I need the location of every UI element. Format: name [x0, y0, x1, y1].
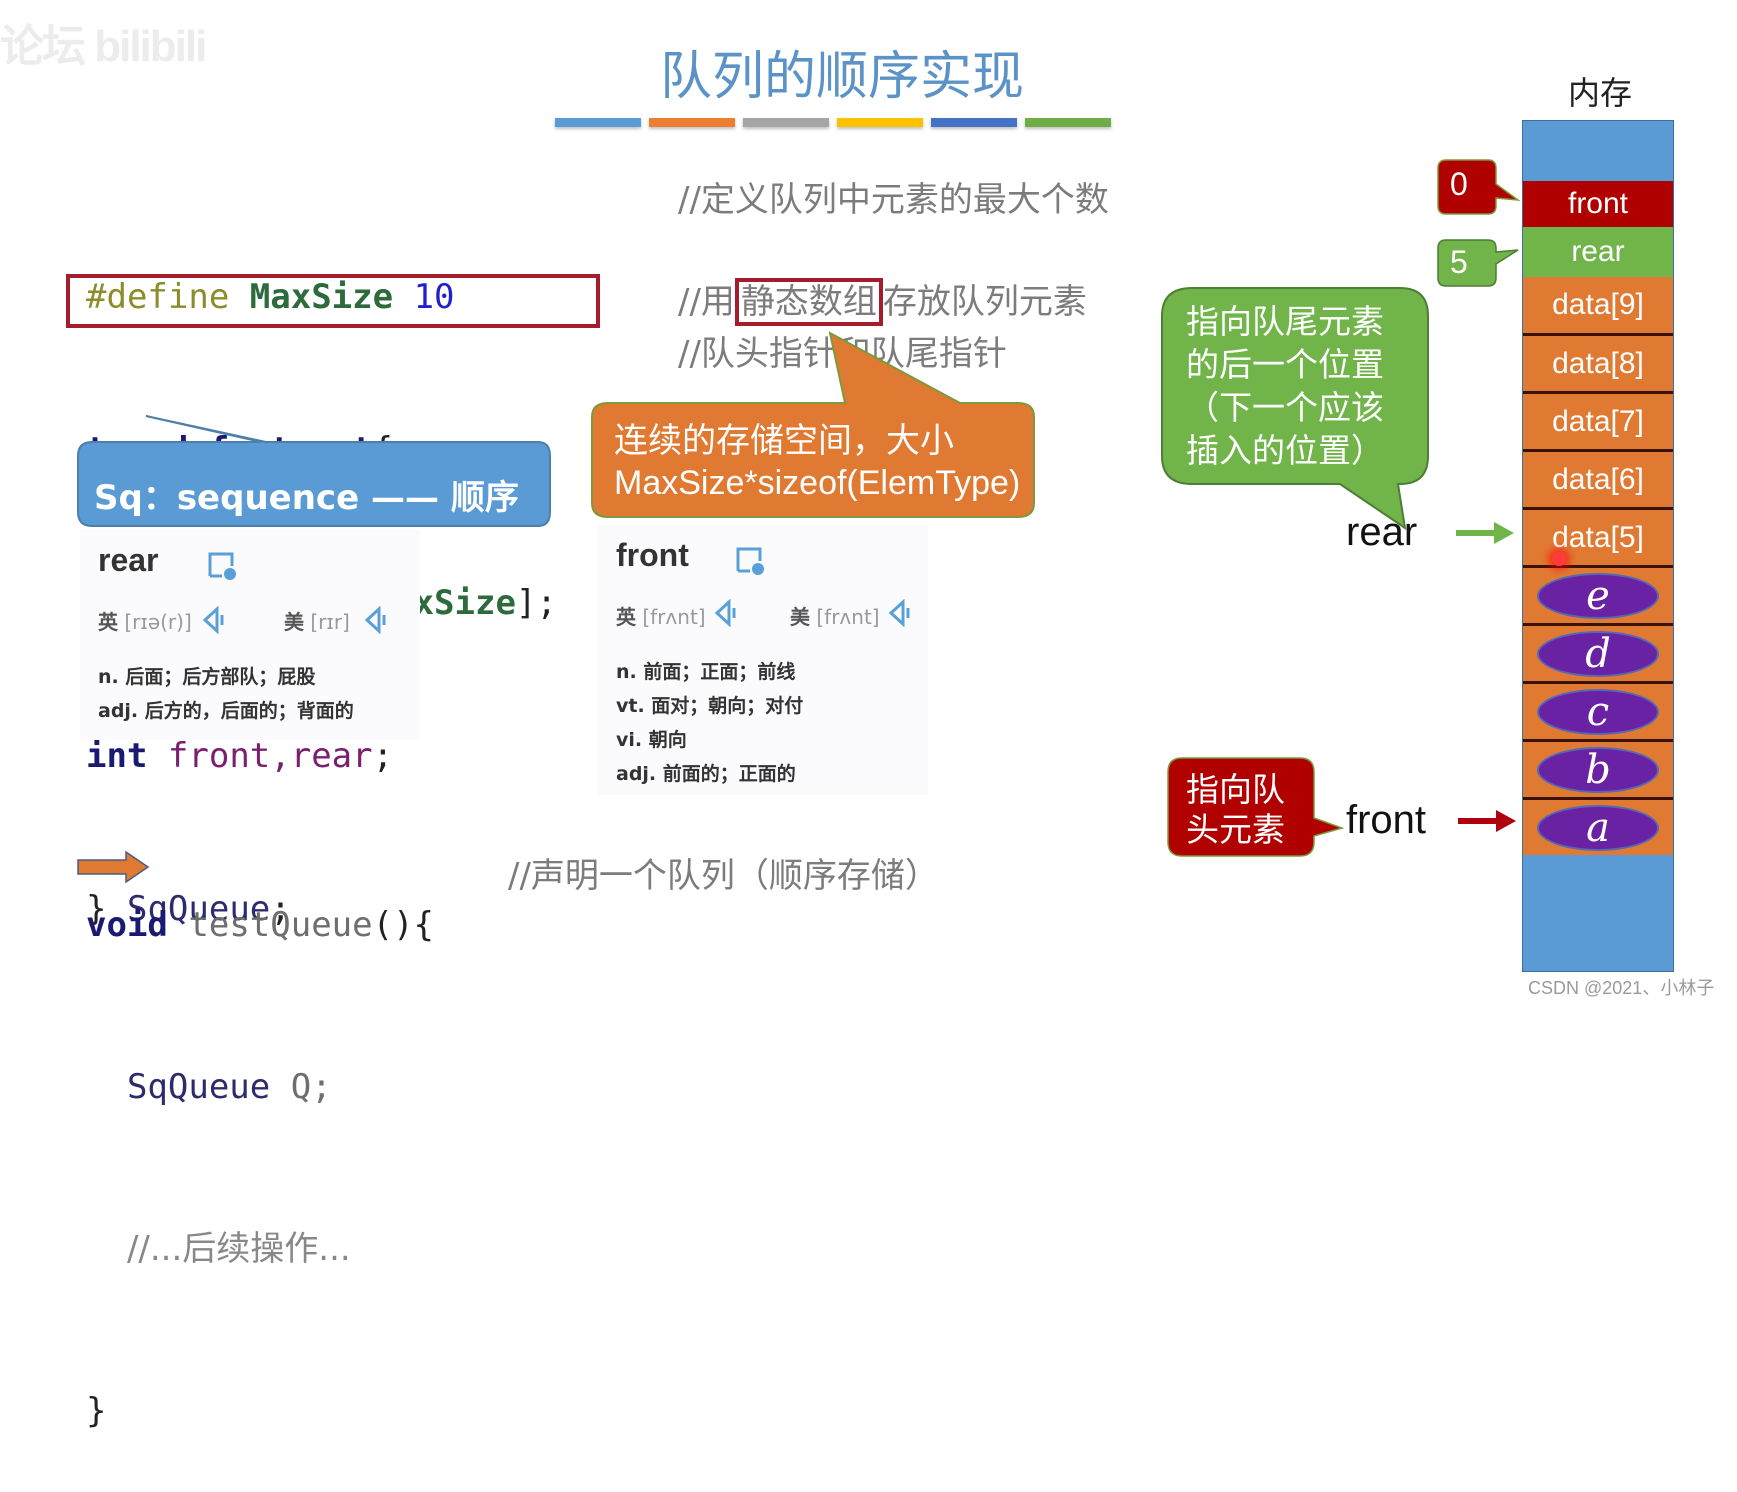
slide-title: 队列的顺序实现 — [660, 47, 1025, 107]
speaker-icon[interactable] — [364, 606, 388, 634]
memory-cell-rear: rear — [1523, 227, 1673, 277]
memory-cell-front: front — [1523, 181, 1673, 227]
queue-element-a: a — [1537, 804, 1659, 851]
front-value: 0 — [1450, 166, 1468, 202]
add-to-wordbook-icon[interactable] — [736, 547, 766, 575]
memory-title: 内存 — [1568, 74, 1633, 112]
memory-cell-data0: a — [1523, 797, 1673, 855]
queue-element-d: d — [1537, 630, 1659, 677]
memory-cell-data9: data[9] — [1523, 277, 1673, 333]
memory-cell-data7: data[7] — [1523, 391, 1673, 449]
data-array-highlight-box — [66, 274, 600, 328]
uk-pronunciation: 英 [frʌnt] — [616, 605, 706, 629]
queue-element-b: b — [1537, 746, 1659, 793]
memory-cell-data4: e — [1523, 565, 1673, 623]
test-code-block: void testQueue(){ SqQueue Q; //...后续操作..… — [86, 790, 434, 1492]
laser-pointer-dot — [1552, 552, 1566, 566]
rear-pointer-label: rear — [1346, 510, 1418, 554]
dict-definitions: n. 前面；正面；前线 vt. 面对；朝向；对付 vi. 朝向 adj. 前面的… — [616, 661, 804, 785]
code-line-close: } — [86, 1391, 107, 1431]
rear-value: 5 — [1450, 244, 1468, 280]
color-bar-yellow — [837, 118, 923, 127]
color-bar-blue — [555, 118, 641, 127]
memory-column: front rear data[9] data[8] data[7] data[… — [1522, 120, 1674, 972]
memory-cell-data1: b — [1523, 739, 1673, 797]
comment-static-array: //用 静态数组 存放队列元素 — [678, 274, 1087, 326]
memory-unused-top — [1523, 121, 1673, 181]
code-line-ellipsis: //...后续操作... — [126, 1229, 351, 1269]
sequence-callout-text: Sq：sequence —— 顺序 — [94, 478, 519, 518]
add-to-wordbook-icon[interactable] — [208, 552, 238, 580]
dictionary-card-front: front 英 [frʌnt] 美 [frʌnt] n. 前面；正面；前线 vt… — [598, 525, 928, 795]
color-bar-orange — [649, 118, 735, 127]
color-bar-green — [1025, 118, 1111, 127]
dict-word: rear — [98, 542, 159, 578]
memory-cell-data5: data[5] — [1523, 507, 1673, 565]
speaker-icon[interactable] — [202, 606, 226, 634]
uk-pronunciation: 英 [rɪə(r)] — [98, 610, 192, 634]
us-pronunciation: 美 [rɪr] — [284, 610, 350, 634]
color-bars — [555, 118, 1111, 127]
memory-cell-data6: data[6] — [1523, 449, 1673, 507]
comment-declare-queue: //声明一个队列（顺序存储） — [508, 856, 939, 896]
memory-cell-data3: d — [1523, 623, 1673, 681]
color-bar-navy — [931, 118, 1017, 127]
queue-element-e: e — [1537, 572, 1659, 619]
front-note-text: 指向队 头元素 — [1186, 770, 1285, 849]
current-line-arrow-icon — [77, 850, 150, 884]
front-pointer-label: front — [1346, 798, 1427, 842]
rear-note-text: 指向队尾元素 的后一个位置 （下一个应该 插入的位置） — [1186, 302, 1384, 470]
static-array-highlight: 静态数组 — [734, 278, 883, 326]
color-bar-gray — [743, 118, 829, 127]
speaker-icon[interactable] — [888, 599, 912, 627]
code-line-declare: SqQueue Q; — [126, 1067, 332, 1107]
queue-element-c: c — [1537, 688, 1659, 735]
comment-maxsize: //定义队列中元素的最大个数 — [678, 180, 1109, 220]
bilibili-watermark: 论坛 bilibili — [0, 22, 207, 71]
dict-definitions: n. 后面；后方部队；屁股 adj. 后方的，后面的；背面的 — [98, 666, 354, 722]
storage-callout-text: 连续的存储空间，大小 MaxSize*sizeof(ElemType) — [614, 422, 1021, 502]
speaker-icon[interactable] — [714, 599, 738, 627]
us-pronunciation: 美 [frʌnt] — [790, 605, 880, 629]
footer-credit: CSDN @2021、小林子 — [1528, 978, 1715, 998]
memory-unused-bottom — [1523, 855, 1673, 971]
memory-cell-data8: data[8] — [1523, 333, 1673, 391]
code-line-void: void testQueue(){ — [86, 905, 435, 945]
dict-word: front — [616, 537, 689, 573]
front-pointer-arrow-icon — [1458, 810, 1516, 832]
rear-pointer-arrow-icon — [1456, 522, 1514, 544]
memory-cell-data2: c — [1523, 681, 1673, 739]
dictionary-card-rear: rear 英 [rɪə(r)] 美 [rɪr] n. 后面；后方部队；屁股 ad… — [80, 530, 420, 740]
